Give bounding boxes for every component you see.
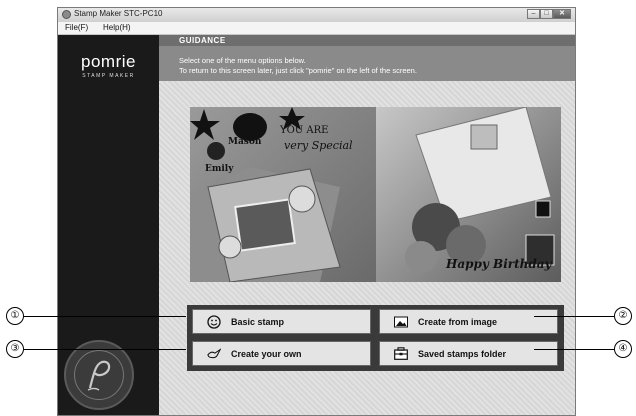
- smiley-icon: [207, 314, 221, 329]
- main-area: GUIDANCE Select one of the menu options …: [159, 35, 575, 415]
- seal-emblem: [64, 340, 134, 410]
- bird-icon: [207, 347, 221, 361]
- minimize-button[interactable]: –: [527, 9, 540, 19]
- menu-file[interactable]: File(F): [65, 23, 88, 32]
- callout-4: ④: [614, 340, 632, 358]
- close-button[interactable]: ✕: [553, 9, 571, 19]
- menu-help[interactable]: Help(H): [103, 23, 131, 32]
- create-from-image-label: Create from image: [418, 316, 498, 327]
- create-your-own-label: Create your own: [231, 348, 302, 359]
- pomrie-logo[interactable]: pomrie: [58, 52, 159, 72]
- callout-2-leader: [534, 316, 614, 317]
- create-your-own-button[interactable]: Create your own: [192, 341, 371, 366]
- photo-text-mason: Mason: [228, 137, 262, 147]
- saved-stamps-folder-button[interactable]: Saved stamps folder: [379, 341, 558, 366]
- photo-text-happy-birthday: Happy Birthday: [446, 257, 552, 271]
- maximize-button[interactable]: □: [540, 9, 553, 19]
- title-bar: Stamp Maker STC-PC10 – □ ✕: [58, 8, 575, 23]
- photo-birthday-right: Happy Birthday: [376, 107, 561, 282]
- callout-1-leader: [24, 316, 186, 317]
- app-icon: [62, 10, 71, 19]
- guidance-panel: GUIDANCE Select one of the menu options …: [159, 35, 575, 81]
- window-title: Stamp Maker STC-PC10: [74, 9, 163, 18]
- photo-text-you-are: YOU ARE: [280, 125, 329, 136]
- main-menu-panel: Basic stamp Create from image Create you…: [187, 305, 564, 371]
- image-icon: [394, 315, 408, 329]
- basic-stamp-button[interactable]: Basic stamp: [192, 309, 371, 334]
- callout-3: ③: [6, 340, 24, 358]
- app-window: Stamp Maker STC-PC10 – □ ✕ File(F) Help(…: [57, 7, 576, 416]
- menu-bar: File(F) Help(H): [58, 22, 575, 35]
- logo-subtitle: STAMP MAKER: [82, 73, 135, 79]
- window-controls: – □ ✕: [527, 9, 571, 20]
- seal-monogram-graphic: [87, 360, 111, 391]
- sidebar: pomrie STAMP MAKER: [58, 35, 159, 415]
- guidance-line-1: Select one of the menu options below.: [179, 56, 306, 65]
- callout-4-leader: [534, 349, 614, 350]
- guidance-line-2: To return to this screen later, just cli…: [179, 66, 417, 75]
- basic-stamp-label: Basic stamp: [231, 316, 285, 327]
- birthday-graphic: [405, 107, 555, 273]
- guidance-title: GUIDANCE: [179, 36, 226, 45]
- folder-icon: [394, 347, 408, 361]
- callout-2: ②: [614, 307, 632, 325]
- create-from-image-button[interactable]: Create from image: [379, 309, 558, 334]
- photo-collage-left: Mason Emily YOU ARE very Special: [190, 107, 376, 282]
- photo-text-very-special: very Special: [284, 139, 353, 152]
- saved-stamps-folder-label: Saved stamps folder: [418, 348, 507, 359]
- sample-stamps-photo: Mason Emily YOU ARE very Special Happy B…: [190, 107, 561, 282]
- photo-text-emily: Emily: [205, 164, 234, 174]
- callout-1: ①: [6, 307, 24, 325]
- callout-3-leader: [24, 349, 186, 350]
